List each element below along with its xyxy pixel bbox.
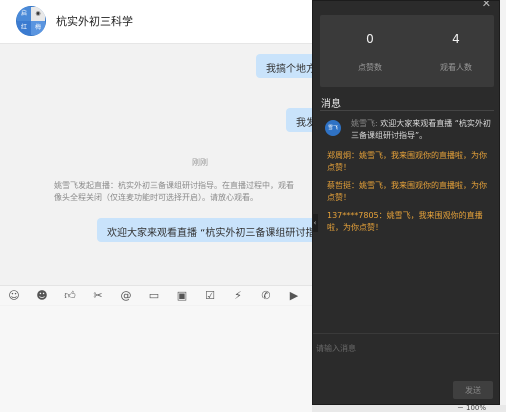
input-toolbar: ☺ ☻ 👍︎ ✂ @ ▭ ▣ ☑ ⚡︎ ✆ ▶	[0, 285, 316, 305]
phone-icon[interactable]: ✆	[258, 288, 274, 304]
host-message: 姚雪飞: 欢迎大家来观看直播 “杭实外初三备课组研讨指导”。	[351, 118, 493, 142]
checkbox-icon[interactable]: ☑	[202, 288, 218, 304]
avatar-tile: 梅	[31, 21, 45, 35]
collapse-handle-icon[interactable]: ‹	[312, 214, 318, 232]
viewers-label: 观看人数	[440, 63, 472, 72]
avatar-tile: 启	[17, 7, 31, 21]
viewer-message: 137****7805：姚雪飞，我来围观你的直播啦，为你点赞！	[327, 211, 483, 232]
emoji-icon[interactable]: ☺	[6, 288, 22, 304]
chat-title: 杭实外初三科学	[56, 15, 133, 28]
system-notice-line: 姚雪飞发起直播：杭实外初三备课组研讨指导。在直播过程中，观看	[54, 181, 294, 190]
message-bubble[interactable]: 欢迎大家来观看直播 “杭实外初三备课组研讨指	[97, 218, 316, 242]
system-notice: 姚雪飞发起直播：杭实外初三备课组研讨指导。在直播过程中，观看 像头全程关闭（仅连…	[54, 180, 316, 204]
message-bubble[interactable]: 我搞个地方	[256, 54, 316, 78]
zoom-level: 100%	[466, 404, 487, 412]
avatar-tile: ◉	[31, 7, 45, 21]
folder-icon[interactable]: ▭	[146, 288, 162, 304]
viewers-count: 4	[452, 32, 460, 46]
zoom-out-icon[interactable]: −	[457, 403, 464, 412]
smile-icon[interactable]: ☻	[34, 288, 50, 304]
likes-count: 0	[366, 32, 374, 46]
thumbs-up-icon[interactable]: 👍︎	[62, 288, 78, 304]
host-avatar: 雪飞	[325, 120, 341, 136]
messages-heading: 消息	[321, 99, 341, 110]
live-message-composer: 发送	[313, 333, 499, 404]
close-icon[interactable]: ✕	[482, 1, 491, 10]
chat-area: 启 ◉ 红 梅 杭实外初三科学 我搞个地方 我发 刚刚 姚雪飞发起直播：杭实外初…	[0, 0, 316, 412]
lightning-icon[interactable]: ⚡︎	[230, 288, 246, 304]
stats-card: 0 点赞数 4 观看人数	[320, 15, 494, 87]
video-icon[interactable]: ▶	[286, 288, 302, 304]
time-divider: 刚刚	[192, 158, 208, 167]
group-avatar[interactable]: 启 ◉ 红 梅	[16, 6, 46, 36]
avatar-tile: 红	[17, 21, 31, 35]
scissors-icon[interactable]: ✂	[90, 288, 106, 304]
at-icon[interactable]: @	[118, 288, 134, 304]
divider	[320, 110, 494, 111]
viewer-message: 蔡哲挺：姚雪飞，我来围观你的直播啦，为你点赞！	[327, 181, 487, 202]
send-button[interactable]: 发送	[453, 381, 493, 399]
message-input-box[interactable]	[0, 306, 316, 412]
calendar-icon[interactable]: ▣	[174, 288, 190, 304]
live-message-input[interactable]	[316, 342, 476, 354]
likes-label: 点赞数	[358, 63, 382, 72]
live-stream-panel: ✕ 0 点赞数 4 观看人数 消息 雪飞 姚雪飞: 欢迎大家来观看直播 “杭实外…	[312, 0, 500, 405]
viewer-message: 郑周炯：姚雪飞，我来围观你的直播啦，为你点赞！	[327, 151, 487, 172]
chat-header: 启 ◉ 红 梅 杭实外初三科学	[0, 0, 316, 44]
host-name: 姚雪飞:	[351, 119, 378, 128]
system-notice-line: 像头全程关闭（仅连麦功能时可选择开启）。请放心观看。	[54, 193, 258, 202]
